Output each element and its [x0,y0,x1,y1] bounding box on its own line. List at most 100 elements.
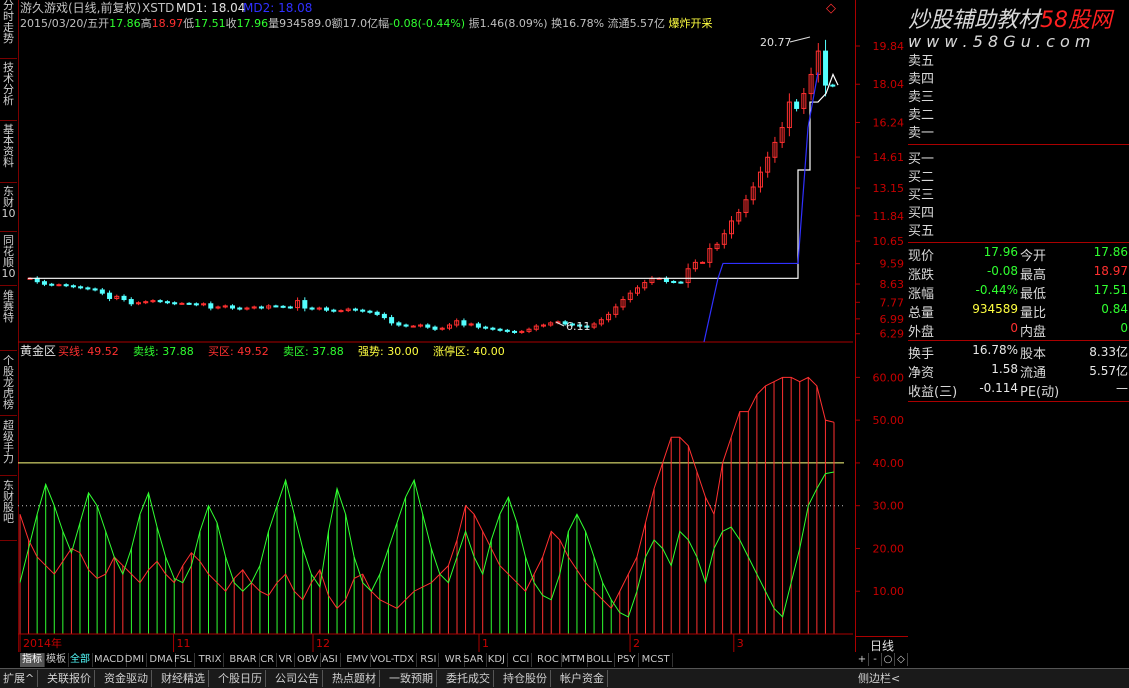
fund-label: 净资 [908,366,935,381]
indicator-tab-11[interactable]: OBV [295,653,322,667]
candle-body [107,292,113,299]
function-tab-4[interactable]: 个股日历 [215,670,266,687]
left-tab-1[interactable]: 技术分析 [0,62,17,121]
indicator-tab-6[interactable]: FSL [172,653,195,667]
price-tick-label: 9.59 [880,258,905,271]
header-field-20: 5.57亿 [630,17,666,30]
zoom-button-0[interactable]: + [856,653,869,666]
price-tick-label: 18.04 [873,78,905,91]
candle-body [700,261,706,264]
indicator-tab-24[interactable]: MCST [640,653,673,667]
candle-body [85,287,91,290]
candle-body [56,284,62,287]
fundamentals-table: 换手 16.78% 股本 8.33亿 净资 1.58 流通 5.57亿 收益(三) -0.114 P… [908,340,1129,402]
left-tab-8[interactable]: 东财股吧 [0,480,17,541]
left-tab-5[interactable]: 维赛特 [0,290,17,351]
header-field-6: 17.51 [194,17,226,30]
function-tab-3[interactable]: 财经精选 [158,670,209,687]
zoom-button-3[interactable]: ◇ [895,653,908,666]
sell-line [19,471,835,618]
chart-svg[interactable]: 游久游戏(日线,前复权) XSTD MD1: 18.04 MD2: 18.08 … [18,0,853,652]
indicator-tab-10[interactable]: VR [277,653,296,667]
header-field-1: 开 [98,17,109,30]
candle-body [678,281,684,284]
candle-body [504,329,510,332]
indicator-tab-4[interactable]: DMI [123,653,148,667]
order-row-5: 买一 [908,152,935,167]
left-tab-4[interactable]: 同花顺10 [0,235,17,286]
indicator-tab-0[interactable]: 指标 [20,653,45,667]
fund-value: 16.78% [972,343,1018,357]
left-tab-bar: 分时走势技术分析基本资料东财10 同花顺10 维赛特个股龙虎榜超级手力东财股吧 [0,0,19,652]
function-tab-10[interactable]: 帐户资金 [557,670,608,687]
order-row-2: 卖三 [908,90,935,105]
left-tab-2[interactable]: 基本资料 [0,124,17,183]
left-tab-0[interactable]: 分时走势 [0,0,17,59]
header-field-16: 1.46(8.09%) [480,17,548,30]
candle-body [403,324,409,327]
candle-body [671,280,677,283]
indicator-tab-2[interactable]: 全部 [68,653,93,667]
candle-body [360,309,366,312]
high-label: 20.77 [760,36,792,49]
function-tab-7[interactable]: 一致预期 [386,670,437,687]
chart-area[interactable]: 游久游戏(日线,前复权) XSTD MD1: 18.04 MD2: 18.08 … [18,0,853,652]
candle-body [186,302,192,305]
watermark: 炒股辅助教材58股网 w w w . 5 8 G u . c o m [908,2,1129,51]
indicator-tab-1[interactable]: 模板 [44,653,69,667]
function-tab-8[interactable]: 委托成交 [443,670,494,687]
header-field-14: -0.08(-0.44%) [389,17,465,30]
header-field-19: 流通 [604,16,630,30]
left-tab-3[interactable]: 东财10 [0,186,17,232]
watermark-brand: 58股网 [1040,8,1113,33]
indicator-tab-9[interactable]: CR [258,653,278,667]
indicator-tab-8[interactable]: BRAR [227,653,260,667]
date-label: 2 [633,637,640,650]
indicator-tab-15[interactable]: RSI [418,653,440,667]
order-book: 卖五 卖四 卖三 卖二 卖一 买一 买二 买三 买四 买五 [908,50,1129,240]
fund-label: 换手 [908,347,935,362]
indicator-tab-22[interactable]: BOLL [584,653,615,667]
watermark-text: 炒股辅助教材 [908,8,1041,33]
zoom-button-2[interactable]: ○ [882,653,895,666]
zoom-button-1[interactable]: - [869,653,882,666]
white-support-line [28,72,839,279]
candle-body [41,281,47,285]
candle-body [461,320,467,326]
price-tick-label: 7.77 [880,296,905,309]
date-label: 11 [177,637,191,650]
indicator-tab-12[interactable]: ASI [320,653,341,667]
indicator-tab-3[interactable]: MACD [92,653,127,667]
period-label[interactable]: 日线 [856,636,908,653]
indicator-tab-7[interactable]: TRIX [197,653,225,667]
function-tab-5[interactable]: 公司公告 [272,670,323,687]
sidebar-toggle[interactable]: 侧边栏< [855,670,903,687]
candle-body [410,325,416,328]
function-tab-1[interactable]: 关联报价 [44,670,95,687]
candlestick-chart: 20.77 6.11 [18,36,853,343]
left-tab-7[interactable]: 超级手力 [0,420,17,476]
quote-value: -0.08 [986,264,1018,278]
function-tab-2[interactable]: 资金驱动 [101,670,152,687]
indicator-tab-13[interactable]: EMV [344,653,371,667]
indicator-tab-23[interactable]: PSY [615,653,639,667]
indicator-tab-18[interactable]: KDJ [486,653,509,667]
quote-value: 0 [1010,321,1018,335]
legend-item-5: 涨停区: 40.00 [433,344,505,358]
candle-body [497,328,503,331]
indicator-tab-20[interactable]: ROC [535,653,562,667]
candle-body [78,286,84,289]
order-row-4: 卖一 [908,126,935,141]
indicator-tab-19[interactable]: CCI [510,653,533,667]
indicator-tab-17[interactable]: SAR [461,653,487,667]
function-tab-6[interactable]: 热点题材 [329,670,380,687]
indicator-tab-14[interactable]: VOL-TDX [369,653,418,667]
close-icon[interactable]: ◇ [826,1,836,16]
function-tab-0[interactable]: 扩展^ [0,670,39,687]
ma2-label: MD2: 18.08 [243,1,312,15]
order-row-1: 卖四 [908,72,935,87]
left-tab-6[interactable]: 个股龙虎榜 [0,355,17,416]
function-tab-9[interactable]: 持仓股份 [500,670,551,687]
candle-body [193,303,199,306]
quote-label: 涨跌 [908,268,935,283]
